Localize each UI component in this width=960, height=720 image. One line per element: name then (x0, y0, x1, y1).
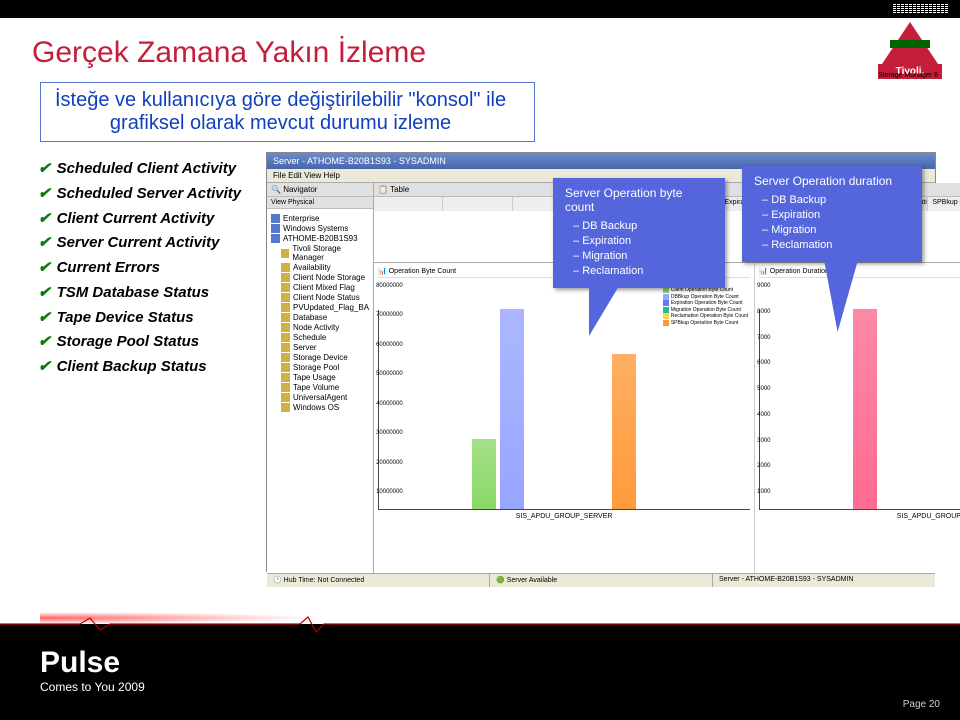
navigator-header: 🔍 Navigator (267, 183, 373, 197)
bullet-item: ✔Tape Device Status (38, 309, 260, 328)
callout-title: Server Operation byte count (565, 186, 713, 214)
subtitle-box: İsteğe ve kullanıcıya göre değiştirilebi… (40, 82, 535, 142)
check-icon: ✔ (38, 210, 51, 229)
callout-title: Server Operation duration (754, 174, 910, 188)
callout-item: Expiration (573, 235, 713, 247)
bullet-item: ✔Server Current Activity (38, 234, 260, 253)
check-icon: ✔ (38, 284, 51, 303)
slide-title: Gerçek Zamana Yakın İzleme (32, 36, 426, 70)
chart-duration[interactable]: 📊 Operation Duration 9000800070006000500… (755, 263, 960, 573)
callout-item: Migration (762, 224, 910, 236)
bullet-item: ✔Scheduled Client Activity (38, 160, 260, 179)
callout-item: Reclamation (573, 265, 713, 277)
status-bar: 🕐 Hub Time: Not Connected 🟢 Server Avail… (267, 573, 935, 587)
check-icon: ✔ (38, 309, 51, 328)
bullet-item: ✔TSM Database Status (38, 284, 260, 303)
callout-item: Migration (573, 250, 713, 262)
pulse-logo: Pulse Comes to You 2009 (40, 646, 145, 694)
subtitle-line-1: İsteğe ve kullanıcıya göre değiştirilebi… (55, 89, 506, 112)
callout-duration: Server Operation duration DB Backup Expir… (742, 166, 922, 262)
bullet-list: ✔Scheduled Client Activity ✔Scheduled Ser… (38, 160, 260, 383)
badge-subtitle: Storage Manager 6 (878, 72, 938, 79)
bullet-item: ✔Scheduled Server Activity (38, 185, 260, 204)
check-icon: ✔ (38, 185, 51, 204)
bullet-item: ✔Client Current Activity (38, 210, 260, 229)
subtitle-line-2: grafiksel olarak mevcut durumu izleme (55, 112, 506, 135)
callout-item: DB Backup (762, 194, 910, 206)
check-icon: ✔ (38, 259, 51, 278)
check-icon: ✔ (38, 234, 51, 253)
callout-item: DB Backup (573, 220, 713, 232)
check-icon: ✔ (38, 333, 51, 352)
page-number: Page 20 (903, 699, 940, 710)
bullet-item: ✔Storage Pool Status (38, 333, 260, 352)
bullet-item: ✔Current Errors (38, 259, 260, 278)
check-icon: ✔ (38, 160, 51, 179)
badge-triangle-icon (882, 22, 938, 64)
ibm-logo (893, 4, 948, 14)
navigator-panel[interactable]: 🔍 Navigator View Physical EnterpriseWind… (267, 183, 374, 573)
callout-item: Expiration (762, 209, 910, 221)
ekg-line-icon (0, 614, 960, 636)
check-icon: ✔ (38, 358, 51, 377)
footer: Pulse Comes to You 2009 Page 20 (0, 624, 960, 720)
callout-item: Reclamation (762, 239, 910, 251)
pulse-name: Pulse (40, 646, 145, 680)
callout-byte-count: Server Operation byte count DB Backup Exp… (553, 178, 725, 288)
top-black-bar (0, 0, 960, 18)
bullet-item: ✔Client Backup Status (38, 358, 260, 377)
chart-byte-count[interactable]: 📊 Operation Byte Count 80000000700000006… (374, 263, 755, 573)
pulse-tagline: Comes to You 2009 (40, 680, 145, 694)
tivoli-badge: Tivoli. (878, 22, 942, 79)
